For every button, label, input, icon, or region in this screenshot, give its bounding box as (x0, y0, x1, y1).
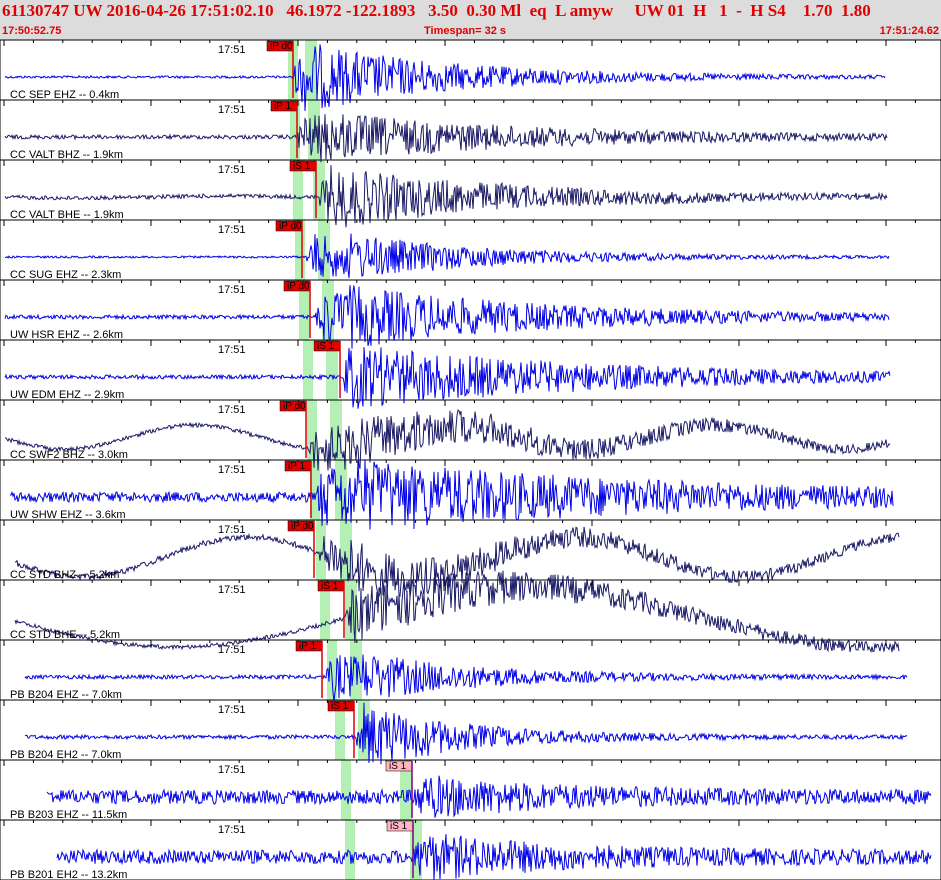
phase-pick-label: iP d0 (283, 401, 306, 412)
seismic-trace[interactable] (4, 347, 891, 409)
trace-label: CC VALT BHZ -- 1.9km (10, 149, 123, 161)
seismic-trace[interactable] (4, 409, 891, 471)
trace-label: UW EDM EHZ -- 2.9km (10, 389, 124, 401)
phase-pick-label: iS 1 (293, 161, 311, 172)
phase-pick-label: iP 1 (274, 101, 291, 112)
seismic-trace[interactable] (4, 165, 888, 228)
time-marker-label: 17:51 (218, 704, 246, 716)
seismic-trace[interactable] (4, 233, 890, 279)
time-marker-label: 17:51 (218, 104, 246, 116)
time-marker-label: 17:51 (218, 164, 246, 176)
phase-pick-label: iP d0 (279, 221, 302, 232)
trace-label: CC SWF2 BHZ -- 3.0km (10, 449, 128, 461)
trace-label: CC SEP EHZ -- 0.4km (10, 89, 119, 101)
seismic-trace[interactable] (9, 459, 894, 530)
p-phase-highlight (345, 820, 355, 880)
trace-label: UW HSR EHZ -- 2.6km (10, 329, 123, 341)
p-phase-highlight (303, 340, 313, 400)
trace-label: CC STD BHZ -- 5.2km (10, 569, 119, 581)
phase-pick-label: iS 1 (390, 821, 408, 832)
seismic-trace[interactable] (24, 702, 908, 765)
phase-pick-label: iP 1 (288, 461, 305, 472)
seismic-trace[interactable] (46, 775, 932, 818)
trace-label: UW SHW EHZ -- 3.6km (10, 509, 126, 521)
trace-label: PB B204 EHZ -- 7.0km (10, 689, 122, 701)
phase-pick-label: iP 1 (299, 641, 316, 652)
phase-pick-label: iS 1 (321, 581, 339, 592)
time-marker-label: 17:51 (218, 524, 246, 536)
time-marker-label: 17:51 (218, 404, 246, 416)
seismic-trace[interactable] (4, 285, 890, 349)
time-marker-label: 17:51 (218, 824, 246, 836)
seismic-trace[interactable] (24, 654, 908, 702)
trace-label: PB B203 EHZ -- 11.5km (10, 809, 127, 821)
time-marker-label: 17:51 (218, 344, 246, 356)
time-marker-label: 17:51 (218, 464, 246, 476)
trace-label: CC VALT BHE -- 1.9km (10, 209, 124, 221)
trace-label: CC SUG EHZ -- 2.3km (10, 269, 121, 281)
seismogram-panel[interactable]: 17:51 17:51 17:51 17:51 17:51 17:51 17:51 17:51… (0, 0, 941, 880)
p-phase-highlight (341, 760, 351, 820)
seismic-trace[interactable] (56, 834, 932, 880)
phase-pick-label: iP d0 (287, 281, 310, 292)
p-phase-highlight (307, 400, 317, 460)
phase-pick-label: iS 1 (317, 341, 335, 352)
time-marker-label: 17:51 (218, 284, 246, 296)
trace-label: CC STD BHE -- 5.2km (10, 629, 120, 641)
phase-pick-label: iP d0 (291, 521, 314, 532)
trace-label: PB B201 EH2 -- 13.2km (10, 869, 127, 880)
seismic-trace[interactable] (4, 114, 888, 163)
phase-pick-label: iS 1 (331, 701, 349, 712)
phase-pick-label: iS 1 (389, 761, 407, 772)
time-marker-label: 17:51 (218, 764, 246, 776)
trace-label: PB B204 EH2 -- 7.0km (10, 749, 121, 761)
time-marker-label: 17:51 (218, 44, 246, 56)
time-marker-label: 17:51 (218, 584, 246, 596)
phase-pick-label: iP d0 (270, 41, 293, 52)
time-marker-label: 17:51 (218, 224, 246, 236)
